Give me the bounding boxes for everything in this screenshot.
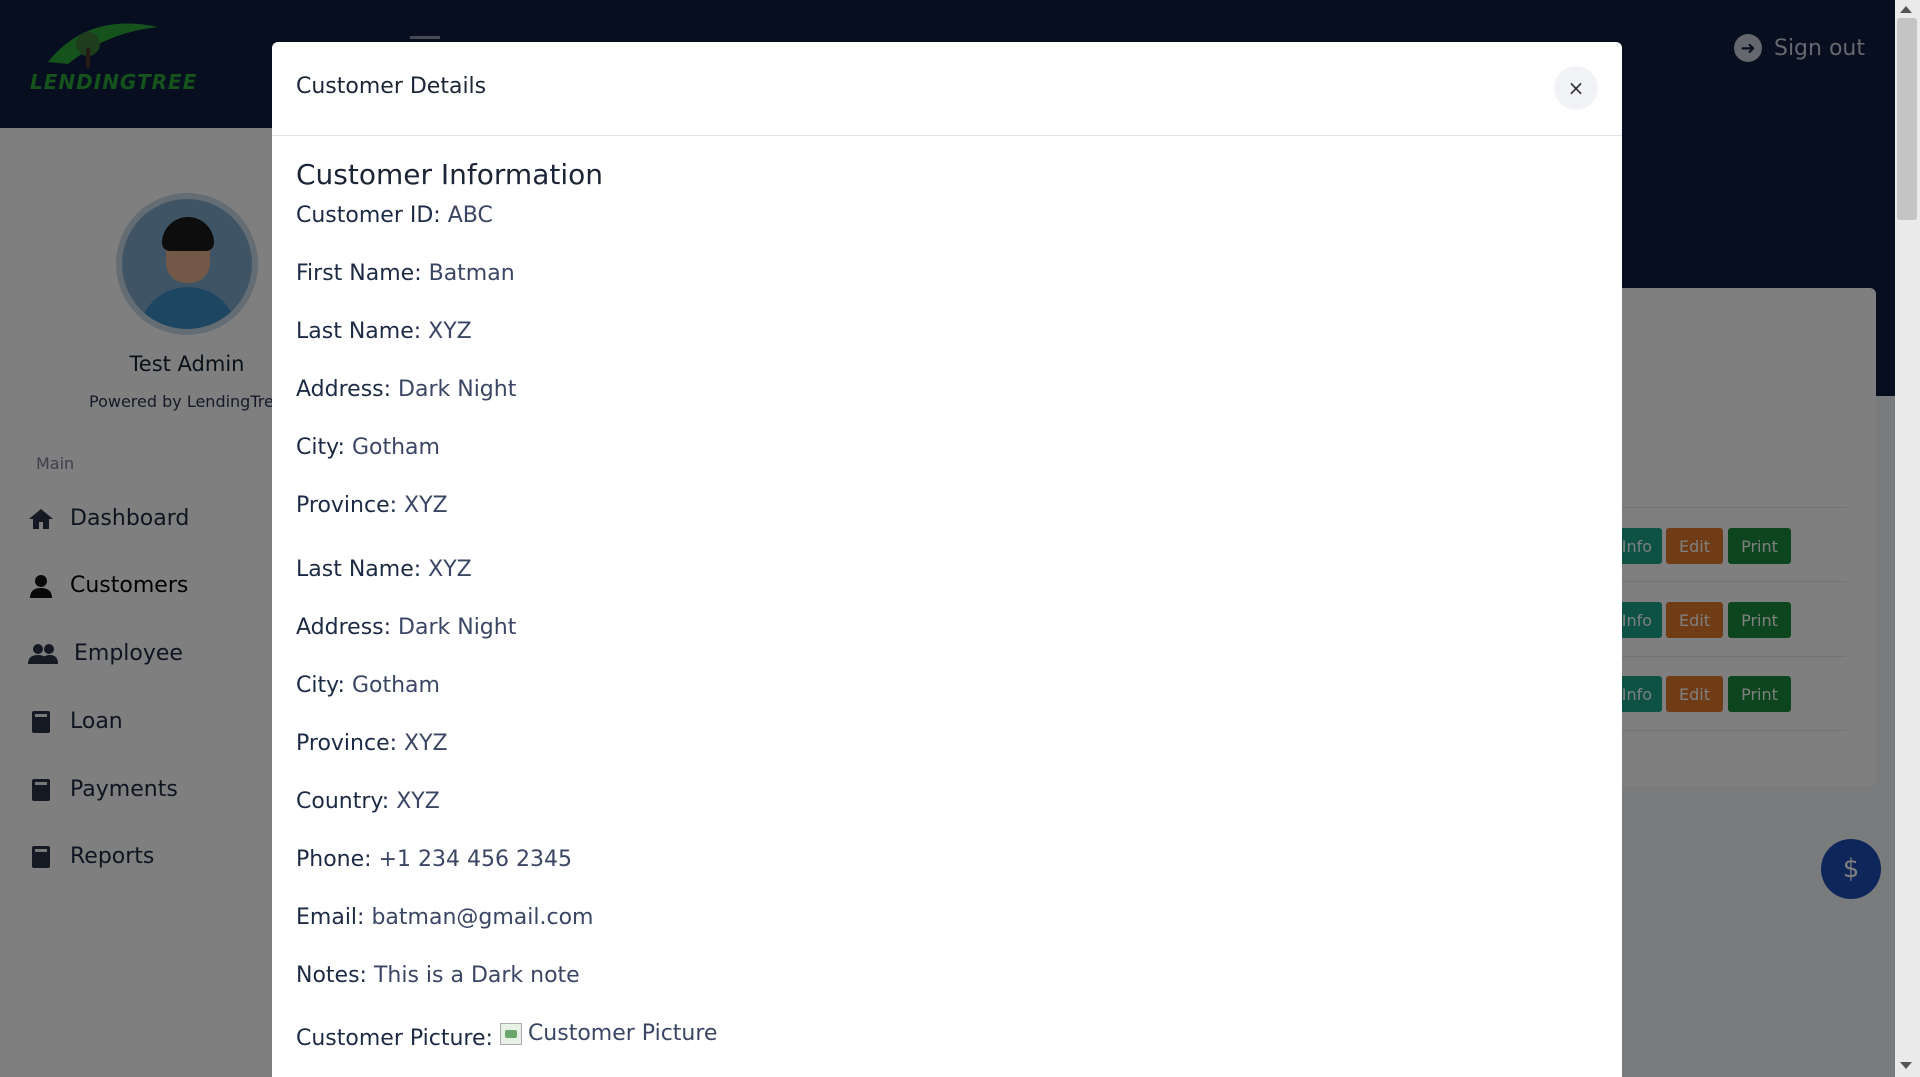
field-label: Province: <box>296 493 398 518</box>
field-province: Province: XYZ <box>296 491 1598 549</box>
scroll-up-icon[interactable] <box>1900 6 1912 13</box>
modal-body: Customer Information Customer ID: ABC Fi… <box>272 136 1622 1077</box>
field-city: City: Gotham <box>296 671 1598 729</box>
field-value: XYZ <box>428 319 472 344</box>
section-title: Customer Information <box>296 158 603 191</box>
image-alt-text: Customer Picture <box>527 1021 718 1046</box>
field-label: Customer Picture: <box>296 1026 493 1051</box>
scrollbar-thumb[interactable] <box>1897 18 1917 220</box>
field-province: Province: XYZ <box>296 729 1598 787</box>
customer-details-modal: Customer Details × Customer Information … <box>272 42 1622 1077</box>
field-label: Country: <box>296 789 390 814</box>
field-value: Dark Night <box>398 615 517 640</box>
field-label: City: <box>296 435 345 460</box>
field-value: ABC <box>447 203 493 228</box>
field-city: City: Gotham <box>296 433 1598 491</box>
field-address: Address: Dark Night <box>296 613 1598 671</box>
field-last-name: Last Name: XYZ <box>296 555 1598 613</box>
field-value: Gotham <box>351 673 440 698</box>
field-value: XYZ <box>428 557 472 582</box>
modal-header: Customer Details × <box>272 42 1622 136</box>
field-label: Address: <box>296 615 392 640</box>
field-value: batman@gmail.com <box>371 905 594 930</box>
field-country: Country: XYZ <box>296 787 1598 845</box>
field-value: This is a Dark note <box>373 963 580 988</box>
field-label: Notes: <box>296 963 367 988</box>
field-label: Last Name: <box>296 319 422 344</box>
scroll-down-icon[interactable] <box>1900 1062 1912 1069</box>
field-last-name: Last Name: XYZ <box>296 317 1598 375</box>
close-button[interactable]: × <box>1554 66 1598 110</box>
field-label: Customer ID: <box>296 203 441 228</box>
field-label: Last Name: <box>296 557 422 582</box>
field-value: Gotham <box>351 435 440 460</box>
field-notes: Notes: This is a Dark note <box>296 961 1598 1019</box>
field-label: First Name: <box>296 261 422 286</box>
field-phone: Phone: +1 234 456 2345 <box>296 845 1598 903</box>
field-value: XYZ <box>404 493 448 518</box>
field-email: Email: batman@gmail.com <box>296 903 1598 961</box>
field-customer-picture: Customer Picture: Customer Picture <box>296 1019 1598 1077</box>
field-value: Batman <box>428 261 515 286</box>
field-value: XYZ <box>396 789 440 814</box>
customer-picture: Customer Picture <box>499 1019 718 1049</box>
field-label: Province: <box>296 731 398 756</box>
field-value: XYZ <box>404 731 448 756</box>
modal-title: Customer Details <box>296 74 487 99</box>
field-address: Address: Dark Night <box>296 375 1598 433</box>
broken-image-icon <box>499 1023 522 1045</box>
field-label: Phone: <box>296 847 372 872</box>
field-customer-id: Customer ID: ABC <box>296 201 1598 259</box>
close-icon: × <box>1567 76 1585 100</box>
field-label: Address: <box>296 377 392 402</box>
field-label: Email: <box>296 905 365 930</box>
field-first-name: First Name: Batman <box>296 259 1598 317</box>
field-value: Dark Night <box>398 377 517 402</box>
field-value: +1 234 456 2345 <box>378 847 572 872</box>
field-label: City: <box>296 673 345 698</box>
